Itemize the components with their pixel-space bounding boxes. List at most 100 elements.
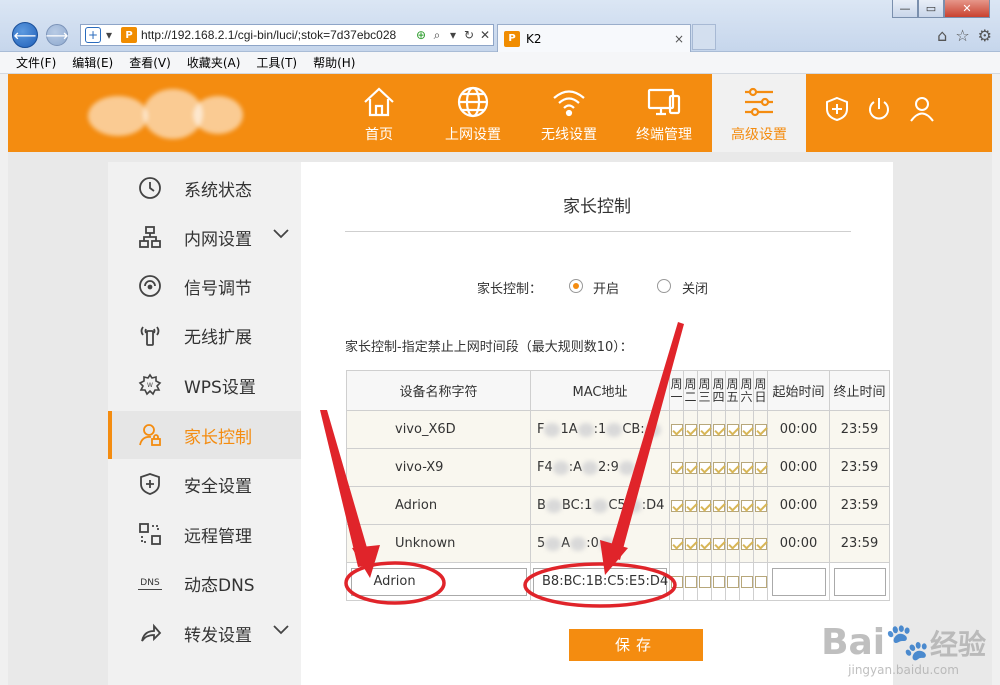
checkbox[interactable] (698, 461, 711, 474)
checkbox[interactable] (670, 575, 683, 588)
menu-view[interactable]: 查看(V) (129, 54, 171, 71)
checkbox[interactable] (684, 461, 697, 474)
day-check-cell[interactable] (669, 562, 684, 601)
day-check-cell[interactable] (683, 486, 698, 525)
start-time-input[interactable] (771, 567, 826, 596)
day-check-cell[interactable] (753, 524, 768, 563)
favorites-star-icon[interactable]: ☆ (955, 26, 969, 45)
nav-home[interactable]: 首页 (332, 74, 426, 152)
power-icon[interactable] (866, 96, 892, 122)
day-check-cell[interactable] (683, 410, 698, 449)
checkbox[interactable] (726, 499, 739, 512)
day-check-cell[interactable] (725, 448, 740, 487)
new-tab-button[interactable] (692, 24, 716, 50)
url-text[interactable]: http://192.168.2.1/cgi-bin/luci/;stok=7d… (141, 28, 413, 42)
day-check-cell[interactable] (725, 562, 740, 601)
nav-devices[interactable]: 终端管理 (617, 74, 711, 152)
table-row[interactable]: Adrion B BC:1 C5:D4 00:00 23:59 (346, 486, 890, 525)
sidebar-item-forwarding[interactable]: 转发设置 (108, 609, 301, 657)
back-button[interactable]: ⟵ (12, 22, 38, 48)
day-check-cell[interactable] (753, 486, 768, 525)
day-check-cell[interactable] (739, 448, 754, 487)
sidebar-item-parental-control[interactable]: 家长控制 (108, 411, 301, 459)
day-check-cell[interactable] (739, 562, 754, 601)
refresh-icon[interactable]: ↻ (461, 28, 477, 42)
checkbox[interactable] (712, 461, 725, 474)
search-icon[interactable]: ⌕ (429, 28, 445, 43)
home-icon[interactable]: ⌂ (937, 26, 947, 45)
settings-gear-icon[interactable]: ⚙ (978, 26, 992, 45)
table-row[interactable]: vivo-X9 F4:A 2:9 6 00:00 23:59 (346, 448, 890, 487)
table-row[interactable]: Unknown 5 A:0 6 00:00 23:59 (346, 524, 890, 563)
day-check-cell[interactable] (683, 448, 698, 487)
save-button[interactable]: 保存 (569, 629, 703, 661)
sidebar-item-lan[interactable]: 内网设置 (108, 213, 301, 261)
nav-internet[interactable]: 上网设置 (426, 74, 520, 152)
menu-file[interactable]: 文件(F) (16, 54, 56, 71)
mac-address-input[interactable]: B8:BC:1B:C5:E5:D4 (533, 567, 668, 596)
checkbox[interactable] (740, 461, 753, 474)
checkbox[interactable] (670, 423, 683, 436)
day-check-cell[interactable] (697, 486, 712, 525)
shield-icon[interactable] (824, 96, 850, 122)
checkbox[interactable] (712, 575, 725, 588)
checkbox[interactable] (726, 423, 739, 436)
sidebar-item-wps[interactable]: W WPS设置 (108, 361, 301, 409)
table-row[interactable]: vivo_X6D F 1A:1 CB: 00:00 23:59 (346, 410, 890, 449)
checkbox[interactable] (684, 423, 697, 436)
device-name-input[interactable]: Adrion (350, 567, 527, 596)
minimize-button[interactable]: — (892, 0, 918, 18)
checkbox[interactable] (740, 537, 753, 550)
day-check-cell[interactable] (697, 562, 712, 601)
radio-off[interactable] (657, 279, 671, 293)
checkbox[interactable] (698, 537, 711, 550)
day-check-cell[interactable] (711, 562, 726, 601)
address-bar[interactable]: + ▾ P http://192.168.2.1/cgi-bin/luci/;s… (80, 24, 494, 46)
day-check-cell[interactable] (753, 448, 768, 487)
forward-button[interactable]: ⟶ (46, 24, 68, 46)
user-icon[interactable] (909, 96, 935, 122)
day-check-cell[interactable] (711, 448, 726, 487)
day-check-cell[interactable] (711, 410, 726, 449)
checkbox[interactable] (684, 575, 697, 588)
checkbox[interactable] (712, 423, 725, 436)
nav-wireless[interactable]: 无线设置 (522, 74, 616, 152)
menu-tools[interactable]: 工具(T) (256, 54, 297, 71)
day-check-cell[interactable] (711, 524, 726, 563)
menu-help[interactable]: 帮助(H) (313, 54, 355, 71)
end-time-input[interactable] (833, 567, 886, 596)
day-check-cell[interactable] (753, 562, 768, 601)
checkbox[interactable] (698, 575, 711, 588)
checkbox[interactable] (740, 423, 753, 436)
checkbox[interactable] (726, 537, 739, 550)
day-check-cell[interactable] (683, 562, 698, 601)
maximize-button[interactable]: ▭ (918, 0, 944, 18)
day-check-cell[interactable] (697, 448, 712, 487)
browser-tab[interactable]: P K2 × (497, 24, 691, 52)
checkbox[interactable] (726, 461, 739, 474)
checkbox[interactable] (754, 537, 767, 550)
day-check-cell[interactable] (739, 486, 754, 525)
checkbox[interactable] (698, 499, 711, 512)
radio-off-label[interactable]: 关闭 (682, 278, 708, 297)
sidebar-item-system-status[interactable]: 系统状态 (108, 164, 301, 212)
compat-icon[interactable]: ⊕ (413, 28, 429, 42)
checkbox[interactable] (754, 423, 767, 436)
checkbox[interactable] (754, 461, 767, 474)
day-check-cell[interactable] (669, 448, 684, 487)
close-window-button[interactable]: ✕ (944, 0, 990, 18)
checkbox[interactable] (740, 575, 753, 588)
menu-edit[interactable]: 编辑(E) (72, 54, 113, 71)
day-check-cell[interactable] (683, 524, 698, 563)
menu-favorites[interactable]: 收藏夹(A) (187, 54, 241, 71)
dropdown-icon[interactable]: ▾ (445, 28, 461, 42)
day-check-cell[interactable] (669, 410, 684, 449)
checkbox[interactable] (754, 575, 767, 588)
checkbox[interactable] (754, 499, 767, 512)
radio-on[interactable] (569, 279, 583, 293)
day-check-cell[interactable] (739, 524, 754, 563)
checkbox[interactable] (726, 575, 739, 588)
day-check-cell[interactable] (725, 486, 740, 525)
sidebar-item-wireless-extend[interactable]: 无线扩展 (108, 311, 301, 359)
sidebar-item-ddns[interactable]: DNS 动态DNS (108, 559, 301, 607)
